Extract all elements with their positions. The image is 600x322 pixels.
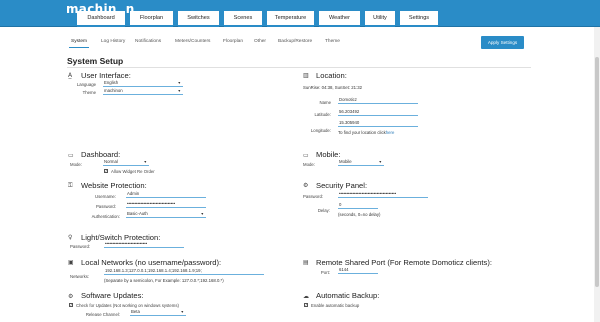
dashboard-mode-select[interactable]: Normal ▼ xyxy=(103,159,149,166)
nav-tab-temperature[interactable]: Temperature xyxy=(267,11,314,27)
release-channel-value: Beta xyxy=(131,309,140,314)
mobile-mode-value: Mobile xyxy=(339,159,352,164)
security-password-field[interactable]: •••••••••••••••••••••••••••••••••••••• xyxy=(338,191,428,198)
nav-tab-dashboard[interactable]: Dashboard xyxy=(77,11,125,27)
light-password-field[interactable]: •••••••••••••••••••••••••••• xyxy=(104,241,184,248)
lightbulb-icon: ♀ xyxy=(68,234,73,241)
nav-tab-switches[interactable]: Switches xyxy=(178,11,219,27)
website-protection-title: Website Protection: xyxy=(81,181,147,190)
subtab-log-history[interactable]: Log History xyxy=(101,39,125,44)
server-icon: ▤ xyxy=(303,259,309,266)
release-channel-select[interactable]: Beta ▼ xyxy=(130,309,186,316)
user-interface-title: User Interface: xyxy=(81,71,131,80)
subtab-floorplan[interactable]: Floorplan xyxy=(223,39,243,44)
nav-tab-floorplan[interactable]: Floorplan xyxy=(130,11,173,27)
local-networks-title: Local Networks (no username/password): xyxy=(81,258,222,267)
chevron-down-icon: ▼ xyxy=(180,310,184,314)
latitude-label: Latitude: xyxy=(314,112,332,117)
networks-field[interactable]: 192.168.1.3;127.0.0.1;192.168.1.4;192.16… xyxy=(104,268,264,275)
mobile-mode-label: Mode: xyxy=(303,162,315,167)
delay-label: Delay: xyxy=(317,208,330,213)
gear-icon: ⚙ xyxy=(303,182,309,189)
longitude-label: Longitude: xyxy=(310,128,331,133)
check-updates-label: Check for Updates (Not working on window… xyxy=(76,303,179,308)
chevron-down-icon: ▼ xyxy=(177,81,181,85)
subtab-other[interactable]: Other xyxy=(254,39,266,44)
apply-settings-button[interactable]: Apply Settings xyxy=(481,36,524,49)
subtab-backup-restore[interactable]: Backup/Restore xyxy=(278,39,312,44)
allow-reorder-checkbox[interactable]: ✓ xyxy=(104,169,108,173)
find-location-text: To find your location clickhere xyxy=(338,130,394,135)
language-select[interactable]: English ▼ xyxy=(103,80,183,87)
subtab-meters-counters[interactable]: Meters/Counters xyxy=(175,39,210,44)
username-label: Username: xyxy=(94,194,116,199)
check-updates-checkbox[interactable]: ✓ xyxy=(69,303,73,307)
nav-tab-settings[interactable]: Settings xyxy=(400,11,438,27)
dashboard-mode-label: Mode: xyxy=(70,162,82,167)
chevron-down-icon: ▼ xyxy=(177,89,181,93)
monitor-icon: ▭ xyxy=(68,152,74,159)
subtab-system[interactable]: System xyxy=(69,39,89,48)
gear-icon: ⚙ xyxy=(68,293,74,300)
monitor-icon: ▭ xyxy=(303,152,309,159)
find-location-link[interactable]: here xyxy=(386,130,395,135)
auto-backup-title: Automatic Backup: xyxy=(316,291,380,300)
page-scrollbar[interactable] xyxy=(594,27,600,322)
port-field[interactable]: 6144 xyxy=(338,267,378,274)
scrollbar-thumb[interactable] xyxy=(595,57,599,287)
authentication-label: Authentication: xyxy=(91,214,120,219)
theme-label: Theme xyxy=(82,90,96,95)
theme-value: machinon xyxy=(104,88,123,93)
auto-backup-checkbox[interactable]: ✓ xyxy=(304,303,308,307)
remote-port-title: Remote Shared Port (For Remote Domoticz … xyxy=(316,258,492,267)
dashboard-title: Dashboard: xyxy=(81,150,121,159)
authentication-value: Basic-Auth xyxy=(127,211,148,216)
chevron-down-icon: ▼ xyxy=(200,212,204,216)
mobile-title: Mobile: xyxy=(316,150,341,159)
subtab-theme[interactable]: Theme xyxy=(325,39,340,44)
location-name-label: Name xyxy=(319,100,331,105)
key-icon: ⚿ xyxy=(68,182,73,189)
location-title: Location: xyxy=(316,71,347,80)
delay-note: (seconds, 0=no delay) xyxy=(338,212,381,217)
networks-note: (Separate by a semicolon, For Example: 1… xyxy=(104,278,224,283)
top-header: machin n Dashboard Floorplan Switches Sce… xyxy=(0,0,600,27)
security-panel-title: Security Panel: xyxy=(316,181,368,190)
dashboard-mode-value: Normal xyxy=(104,159,118,164)
sun-times: SunRise: 04:38, SunSet: 21:32 xyxy=(303,85,363,90)
authentication-select[interactable]: Basic-Auth ▼ xyxy=(126,211,206,218)
chevron-down-icon: ▼ xyxy=(378,160,382,164)
mobile-mode-select[interactable]: Mobile ▼ xyxy=(338,159,384,166)
release-channel-label: Release Channel: xyxy=(85,312,120,317)
location-name-field[interactable]: Domoticz xyxy=(338,97,418,104)
password-field[interactable]: •••••••••••••••••••••••••••••••• xyxy=(126,201,206,208)
nav-tab-utility[interactable]: Utility xyxy=(365,11,395,27)
text-size-icon: A̲ xyxy=(68,72,73,79)
password-label: Password: xyxy=(95,204,116,209)
language-label: Language xyxy=(76,82,96,87)
nav-tab-weather[interactable]: Weather xyxy=(319,11,360,27)
building-icon: ▥ xyxy=(303,72,309,79)
network-icon: ▣ xyxy=(68,259,74,266)
cloud-icon: ☁ xyxy=(303,293,309,300)
light-password-label: Password: xyxy=(70,244,91,249)
allow-reorder-label: Allow Widget Re Order xyxy=(111,169,155,174)
subtab-notifications[interactable]: Notifications xyxy=(135,39,161,44)
port-label: Port: xyxy=(320,270,330,275)
chevron-down-icon: ▼ xyxy=(143,160,147,164)
auto-backup-label: Enable automatic backup xyxy=(311,303,360,308)
title-divider xyxy=(67,67,531,68)
page-title: System Setup xyxy=(67,56,124,66)
username-field[interactable]: Admin xyxy=(126,191,206,198)
longitude-field[interactable]: 15.305940 xyxy=(338,120,418,127)
networks-label: Networks: xyxy=(70,274,90,279)
security-password-label: Password: xyxy=(303,194,324,199)
nav-tab-scenes[interactable]: Scenes xyxy=(224,11,262,27)
delay-field[interactable]: 0 xyxy=(338,202,378,209)
software-updates-title: Software Updates: xyxy=(81,291,144,300)
theme-select[interactable]: machinon ▼ xyxy=(103,88,183,95)
find-location-label: To find your location click xyxy=(338,130,386,135)
language-value: English xyxy=(104,80,119,85)
latitude-field[interactable]: 56.203492 xyxy=(338,109,418,116)
